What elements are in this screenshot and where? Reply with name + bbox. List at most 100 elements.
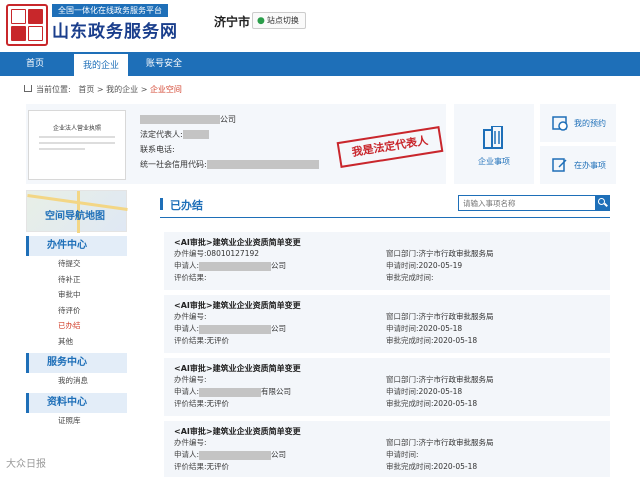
record-number-label: 办件编号: <box>174 312 207 321</box>
page: { "header": { "seal_text": "中國", "slogan… <box>0 0 640 477</box>
enterprise-matters-label: 企业事项 <box>478 157 510 166</box>
navigation-map-title: 空间导航地图 <box>45 211 105 222</box>
applicant-suffix: 公司 <box>271 261 287 270</box>
record-card[interactable]: <AI审批>建筑业企业资质简单变更 办件编号: 申请人: 有限公司 评价结果:无评… <box>164 358 610 416</box>
home-icon <box>24 85 32 92</box>
phone-label: 联系电话: <box>140 145 175 154</box>
department-value: 济宁市行政审批服务局 <box>418 438 494 447</box>
location-pin-icon: ● <box>257 16 265 26</box>
department-label: 窗口部门: <box>386 438 419 447</box>
done-time-label: 审批完成时间: <box>386 399 434 408</box>
record-number-label: 办件编号: <box>174 249 207 258</box>
record-title[interactable]: <AI审批>建筑业企业资质简单变更 <box>174 237 301 248</box>
sidebar-item-pending-correction[interactable]: 待补正 <box>26 272 127 288</box>
redacted-company-name <box>140 115 220 124</box>
breadcrumb-home[interactable]: 首页 <box>78 85 94 94</box>
license-title: 企业法人营业执照 <box>52 125 101 132</box>
sidebar-item-license-library[interactable]: 证照库 <box>26 413 127 429</box>
done-time-value: 2020-05-18 <box>433 399 478 408</box>
record-title[interactable]: <AI审批>建筑业企业资质简单变更 <box>174 363 301 374</box>
apply-time-value: 2020-05-19 <box>418 261 463 270</box>
sidebar-item-completed[interactable]: 已办结 <box>26 318 127 334</box>
redacted-legal-rep <box>182 130 209 139</box>
record-card[interactable]: <AI审批>建筑业企业资质简单变更 办件编号: 申请人: 公司 评价结果:无评价 … <box>164 295 610 353</box>
evaluation-value: 无评价 <box>206 336 230 345</box>
company-panel: 企业法人营业执照 公司 法定代表人: 联系电话: 统一社会信用代码: 我是法定代… <box>26 104 446 184</box>
sidebar-item-pending-submit[interactable]: 待提交 <box>26 256 127 272</box>
breadcrumb-prefix: 当前位置: <box>36 85 71 94</box>
apply-time-value: 2020-05-18 <box>418 387 463 396</box>
nav-my-enterprise[interactable]: 我的企业 <box>72 52 130 76</box>
applicant-label: 申请人: <box>174 450 200 459</box>
online-matters-tile[interactable]: 在办事项 <box>540 146 616 184</box>
nav-account-security[interactable]: 账号安全 <box>134 52 194 76</box>
record-card[interactable]: <AI审批>建筑业企业资质简单变更 办件编号:08010127192 申请人: 公… <box>164 232 610 290</box>
department-value: 济宁市行政审批服务局 <box>418 375 494 384</box>
breadcrumb-my-enterprise[interactable]: 我的企业 <box>106 85 138 94</box>
legal-rep-stamp: 我是法定代表人 <box>336 126 444 168</box>
sidebar: 空间导航地图 办件中心 待提交 待补正 审批中 待评价 已办结 其他 服务中心 … <box>26 190 128 477</box>
applicant-label: 申请人: <box>174 387 200 396</box>
done-time-value: 2020-05-18 <box>433 462 478 471</box>
watermark: 大众日报 <box>6 459 46 470</box>
department-value: 济宁市行政审批服务局 <box>418 312 494 321</box>
record-number-label: 办件编号: <box>174 375 207 384</box>
sidebar-section-documents[interactable]: 资料中心 <box>26 392 127 413</box>
current-city: 济宁市 <box>214 15 251 29</box>
record-card[interactable]: <AI审批>建筑业企业资质简单变更 办件编号: 申请人: 公司 评价结果:无评价 … <box>164 421 610 477</box>
redacted-applicant <box>199 261 272 271</box>
record-title[interactable]: <AI审批>建筑业企业资质简单变更 <box>174 426 301 437</box>
evaluation-value: 无评价 <box>206 399 230 408</box>
sidebar-section-service-center[interactable]: 办件中心 <box>26 236 127 256</box>
redacted-applicant <box>199 450 272 460</box>
calendar-clock-icon <box>552 116 568 131</box>
completed-list-header: 已办结 <box>160 192 610 218</box>
search-input[interactable] <box>458 195 596 211</box>
main-nav: 首页 我的企业 账号安全 <box>0 52 640 76</box>
applicant-suffix: 公司 <box>271 324 287 333</box>
header: 全国一体化在线政务服务平台 山东政务服务网 济宁市 ● 站点切换 <box>0 0 640 50</box>
applicant-label: 申请人: <box>174 324 200 333</box>
my-appointments-tile[interactable]: 我的预约 <box>540 104 616 142</box>
section-title: 已办结 <box>170 199 203 212</box>
record-number: 08010127192 <box>206 249 260 258</box>
applicant-suffix: 公司 <box>271 450 287 459</box>
sidebar-section-services[interactable]: 服务中心 <box>26 353 127 373</box>
redacted-applicant <box>199 324 272 334</box>
redacted-applicant <box>199 387 262 397</box>
apply-time-label: 申请时间: <box>386 450 419 459</box>
sidebar-item-under-review[interactable]: 审批中 <box>26 287 127 303</box>
building-icon <box>483 126 503 149</box>
redacted-credit-code <box>206 160 319 169</box>
sidebar-item-pending-evaluation[interactable]: 待评价 <box>26 303 127 319</box>
breadcrumb-separator: > <box>140 85 148 94</box>
business-license-image[interactable]: 企业法人营业执照 <box>28 110 126 180</box>
online-matters-label: 在办事项 <box>574 161 606 170</box>
site-switch-label: 站点切换 <box>266 16 299 25</box>
done-time-value: 2020-05-18 <box>433 336 478 345</box>
search-button[interactable] <box>595 195 610 211</box>
platform-slogan: 全国一体化在线政务服务平台 <box>52 4 168 17</box>
breadcrumb-current: 企业空间 <box>149 85 182 94</box>
applicant-label: 申请人: <box>174 261 200 270</box>
breadcrumb: 当前位置: 首页 > 我的企业 > 企业空间 <box>24 84 182 95</box>
company-name-suffix: 公司 <box>220 115 236 124</box>
sidebar-item-my-messages[interactable]: 我的消息 <box>26 373 127 389</box>
apply-time-label: 申请时间: <box>386 261 419 270</box>
evaluation-label: 评价结果: <box>174 336 207 345</box>
applicant-suffix: 有限公司 <box>261 387 292 396</box>
evaluation-label: 评价结果: <box>174 399 207 408</box>
credit-code-label: 统一社会信用代码: <box>140 160 207 169</box>
done-time-label: 审批完成时间: <box>386 336 434 345</box>
company-info: 公司 法定代表人: 联系电话: 统一社会信用代码: <box>140 112 319 172</box>
record-title[interactable]: <AI审批>建筑业企业资质简单变更 <box>174 300 301 311</box>
sidebar-item-other[interactable]: 其他 <box>26 334 127 350</box>
enterprise-matters-tile[interactable]: 企业事项 <box>454 104 534 184</box>
nav-home[interactable]: 首页 <box>0 52 70 76</box>
site-switch-button[interactable]: ● 站点切换 <box>252 12 306 29</box>
apply-time-label: 申请时间: <box>386 387 419 396</box>
evaluation-label: 评价结果: <box>174 273 207 282</box>
navigation-map-banner[interactable]: 空间导航地图 <box>26 190 128 233</box>
department-label: 窗口部门: <box>386 249 419 258</box>
site-title[interactable]: 山东政务服务网 <box>52 17 178 42</box>
